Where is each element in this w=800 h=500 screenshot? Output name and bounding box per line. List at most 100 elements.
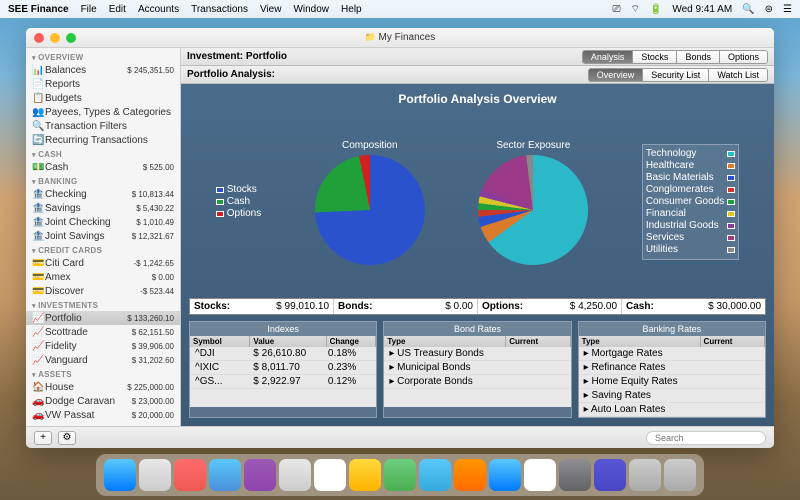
sector-chart: Sector Exposure	[478, 140, 588, 265]
dock-app[interactable]	[384, 459, 416, 491]
dock	[96, 454, 704, 496]
sidebar-item[interactable]: 📊Balances$ 245,351.50	[26, 63, 180, 77]
menu-accounts[interactable]: Accounts	[138, 4, 179, 15]
tab-stocks[interactable]: Stocks	[633, 51, 677, 63]
control-center-icon[interactable]: ⊜	[765, 4, 773, 15]
traffic-lights	[34, 33, 76, 43]
header-analysis: Portfolio Analysis: Overview Security Li…	[181, 66, 774, 84]
dock-app[interactable]	[454, 459, 486, 491]
sidebar-item[interactable]: 📈Portfolio$ 133,260.10	[26, 311, 180, 325]
menu-help[interactable]: Help	[341, 4, 362, 15]
tab-security-list[interactable]: Security List	[643, 69, 709, 81]
close-button[interactable]	[34, 33, 44, 43]
section-header[interactable]: INVESTMENTS	[26, 298, 180, 311]
airplay-icon[interactable]: ⎚	[612, 4, 620, 15]
sidebar-item[interactable]: 🏦Joint Savings$ 12,321.67	[26, 229, 180, 243]
app-window: My Finances OVERVIEW📊Balances$ 245,351.5…	[26, 28, 774, 448]
dock-app[interactable]	[104, 459, 136, 491]
charts-row: StocksCashOptions Composition Sector Exp…	[189, 112, 766, 292]
sidebar-item[interactable]: 🔍Transaction Filters	[26, 119, 180, 133]
investment-tabs: Analysis Stocks Bonds Options	[582, 50, 768, 64]
spotlight-icon[interactable]: 🔍	[742, 4, 754, 15]
dock-app[interactable]	[174, 459, 206, 491]
menubar: SEE Finance File Edit Accounts Transacti…	[0, 0, 800, 18]
zoom-button[interactable]	[66, 33, 76, 43]
footer-bar: + ⚙	[26, 426, 774, 448]
dock-app[interactable]	[244, 459, 276, 491]
tab-analysis[interactable]: Analysis	[583, 51, 634, 63]
analysis-title: Portfolio Analysis Overview	[189, 92, 766, 106]
sidebar-item[interactable]: 📈Fidelity$ 39,906.00	[26, 339, 180, 353]
sidebar-item[interactable]: 🚗VW Passat$ 20,000.00	[26, 408, 180, 422]
section-header[interactable]: ASSETS	[26, 367, 180, 380]
dock-app[interactable]	[419, 459, 451, 491]
composition-chart: Composition	[315, 140, 425, 265]
main-panel: Investment: Portfolio Analysis Stocks Bo…	[181, 48, 774, 426]
indexes-table: IndexesSymbolValueChange^DJI$ 26,610.800…	[189, 321, 377, 418]
sidebar-item[interactable]: 📋Budgets	[26, 91, 180, 105]
dock-app[interactable]	[139, 459, 171, 491]
composition-pie	[315, 155, 425, 265]
menu-window[interactable]: Window	[293, 4, 329, 15]
sector-legend: TechnologyHealthcareBasic MaterialsCongl…	[642, 144, 739, 260]
menu-file[interactable]: File	[81, 4, 97, 15]
add-button[interactable]: +	[34, 431, 52, 445]
sidebar-item[interactable]: 🏦Checking$ 10,813.44	[26, 187, 180, 201]
dock-app[interactable]	[524, 459, 556, 491]
sidebar-item[interactable]: 📄Reports	[26, 77, 180, 91]
dock-app[interactable]	[664, 459, 696, 491]
sidebar-item[interactable]: 💵Cash$ 525.00	[26, 160, 180, 174]
dock-app[interactable]	[349, 459, 381, 491]
sidebar-item[interactable]: 💳Citi Card-$ 1,242.65	[26, 256, 180, 270]
menu-edit[interactable]: Edit	[109, 4, 126, 15]
section-header[interactable]: OVERVIEW	[26, 50, 180, 63]
dock-app[interactable]	[209, 459, 241, 491]
sidebar: OVERVIEW📊Balances$ 245,351.50📄Reports📋Bu…	[26, 48, 181, 426]
analysis-tabs: Overview Security List Watch List	[588, 68, 768, 82]
sidebar-item[interactable]: 🔄Recurring Transactions	[26, 133, 180, 147]
dock-app[interactable]	[594, 459, 626, 491]
sidebar-item[interactable]: 💳Amex$ 0.00	[26, 270, 180, 284]
totals-row: Stocks:$ 99,010.10Bonds:$ 0.00Options:$ …	[189, 298, 766, 315]
tab-bonds[interactable]: Bonds	[677, 51, 720, 63]
minimize-button[interactable]	[50, 33, 60, 43]
dock-app[interactable]	[489, 459, 521, 491]
search-input[interactable]	[646, 431, 766, 445]
sidebar-item[interactable]: 🚗Dodge Caravan$ 23,000.00	[26, 394, 180, 408]
section-header[interactable]: CASH	[26, 147, 180, 160]
banking-rates-table: Banking RatesTypeCurrent▸ Mortgage Rates…	[578, 321, 766, 418]
sidebar-item[interactable]: 💳Discover-$ 523.44	[26, 284, 180, 298]
app-name[interactable]: SEE Finance	[8, 4, 69, 15]
wifi-icon[interactable]: ⌔	[630, 3, 639, 16]
composition-title: Composition	[315, 140, 425, 151]
menubar-right: ⎚ ⌔ 🔋 Wed 9:41 AM 🔍 ⊜ ☰	[612, 3, 792, 16]
sidebar-item[interactable]: 👥Payees, Types & Categories	[26, 105, 180, 119]
dock-app[interactable]	[279, 459, 311, 491]
section-header[interactable]: CREDIT CARDS	[26, 243, 180, 256]
section-header[interactable]: BANKING	[26, 174, 180, 187]
battery-icon[interactable]: 🔋	[650, 4, 662, 15]
sidebar-item[interactable]: 🏦Savings$ 5,430.22	[26, 201, 180, 215]
dock-app[interactable]	[314, 459, 346, 491]
sidebar-item[interactable]: 📈Vanguard$ 31,202.60	[26, 353, 180, 367]
header-investment: Investment: Portfolio Analysis Stocks Bo…	[181, 48, 774, 66]
sector-pie	[478, 155, 588, 265]
tab-options[interactable]: Options	[720, 51, 767, 63]
window-title: My Finances	[365, 32, 435, 43]
analysis-label: Portfolio Analysis:	[187, 69, 275, 80]
menubar-left: SEE Finance File Edit Accounts Transacti…	[8, 4, 362, 15]
gear-button[interactable]: ⚙	[58, 431, 76, 445]
bond-rates-table: Bond RatesTypeCurrent▸ US Treasury Bonds…	[383, 321, 571, 418]
menu-view[interactable]: View	[260, 4, 282, 15]
sidebar-item[interactable]: 🏦Joint Checking$ 1,010.49	[26, 215, 180, 229]
titlebar: My Finances	[26, 28, 774, 48]
dock-app[interactable]	[559, 459, 591, 491]
clock[interactable]: Wed 9:41 AM	[672, 4, 732, 15]
dock-app[interactable]	[629, 459, 661, 491]
sidebar-item[interactable]: 🏠House$ 225,000.00	[26, 380, 180, 394]
sidebar-item[interactable]: 📈Scottrade$ 62,151.50	[26, 325, 180, 339]
tab-overview[interactable]: Overview	[589, 69, 644, 81]
notification-icon[interactable]: ☰	[783, 4, 792, 15]
tab-watch-list[interactable]: Watch List	[709, 69, 767, 81]
menu-transactions[interactable]: Transactions	[191, 4, 248, 15]
